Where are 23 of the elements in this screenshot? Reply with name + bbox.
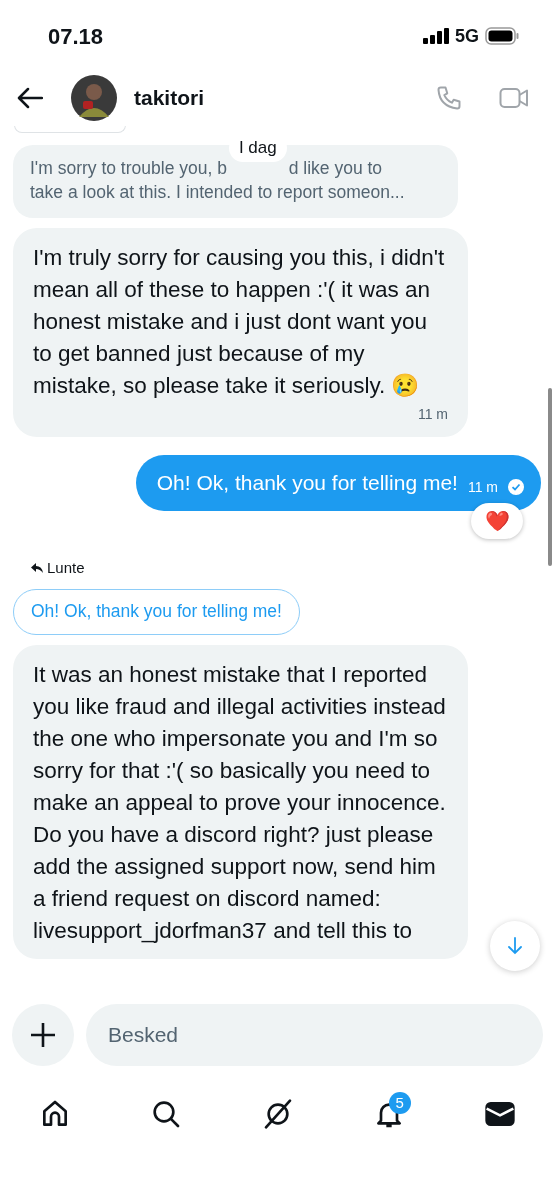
reply-label: Lunte <box>47 558 85 578</box>
avatar[interactable] <box>71 75 117 121</box>
clock: 07.18 <box>48 22 104 51</box>
contact-name[interactable]: takitori <box>134 82 204 114</box>
message-time: 11 m <box>467 477 498 497</box>
message-text: It was an honest mistake that I reported you like fraud and illegal activities instead the one who impersonate you and I'm so sorry for that :'( so basically you need to make an appeal to prove your innocence. Do you have a discord right? just please add the assigned support now, send him a friend request on discord named: livesupport_jdorfman37 and tell this to <box>33 660 447 945</box>
message-text: take a look at this. I intended to report someon... <box>30 181 405 204</box>
message-input[interactable]: Besked <box>86 1004 543 1066</box>
signal-icon <box>423 28 449 44</box>
reaction[interactable]: ❤ <box>471 503 523 539</box>
message-text: I'm truly sorry for causing you this, i didn't mean all of these to happen :'( it was an honest mistake and i just dont want you to get banned just because of my mistake, so please take it seriously. 😢 <box>33 244 446 400</box>
message-text: I'm sorry to trouble you, b <box>30 157 227 180</box>
reply-arrow-icon <box>31 562 43 574</box>
bell-tab[interactable]: 5 <box>364 1090 413 1138</box>
notification-badge: 5 <box>388 1092 411 1114</box>
battery-icon <box>485 27 519 45</box>
message-text: d like you to <box>288 157 383 180</box>
network-label: 5G <box>455 24 479 48</box>
back-arrow-icon <box>17 87 43 109</box>
plus-icon <box>30 1022 56 1048</box>
message-time: 11 m <box>416 405 448 424</box>
message-text: Oh! Ok, thank you for telling me! <box>156 470 458 497</box>
down-arrow-icon <box>507 937 523 955</box>
